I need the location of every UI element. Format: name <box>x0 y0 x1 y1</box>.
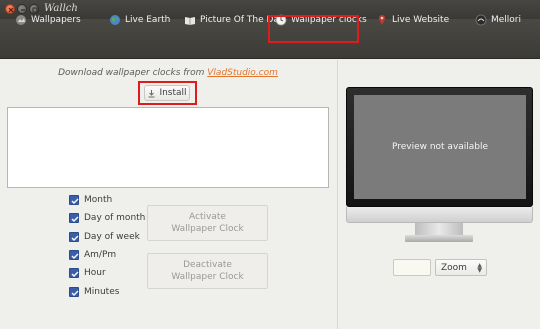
checkmark-icon <box>71 290 79 296</box>
checkbox-day-of-month[interactable] <box>69 213 79 223</box>
clock-list-area[interactable] <box>7 107 329 188</box>
deactivate-label-line2: Wallpaper Clock <box>171 272 244 282</box>
monitor-stand <box>415 223 463 235</box>
checkmark-icon <box>71 216 79 222</box>
wallpaper-clocks-panel: Download wallpaper clocks from VladStudi… <box>0 60 336 329</box>
option-label: Minutes <box>84 287 120 297</box>
close-window-button[interactable] <box>5 4 15 14</box>
option-day-of-month[interactable]: Day of month <box>69 212 145 224</box>
monitor-chin <box>346 207 533 223</box>
checkmark-icon <box>71 271 79 277</box>
preview-panel: Preview not available Zoom ▲ ▼ <box>337 60 540 329</box>
activate-label-line2: Wallpaper Clock <box>171 224 244 234</box>
vladstudio-link[interactable]: VladStudio.com <box>207 68 278 78</box>
mellori-icon <box>475 14 487 26</box>
close-icon <box>8 7 14 13</box>
earth-icon <box>110 15 120 25</box>
checkmark-icon <box>71 253 79 259</box>
checkbox-day-of-week[interactable] <box>69 232 79 242</box>
spin-arrows-icon: ▲ ▼ <box>477 262 482 274</box>
tab-label: Live Website <box>392 15 450 25</box>
activate-label-line1: Activate <box>189 212 226 222</box>
map-pin-icon <box>379 15 385 25</box>
tab-live-earth[interactable]: Live Earth <box>109 9 170 31</box>
option-month[interactable]: Month <box>69 194 112 206</box>
preview-message: Preview not available <box>391 142 489 152</box>
wallpapers-icon <box>16 15 26 25</box>
option-label: Month <box>84 195 113 205</box>
download-info: Download wallpaper clocks from VladStudi… <box>0 68 336 78</box>
monitor-frame: Preview not available <box>346 87 533 207</box>
book-icon <box>185 17 195 25</box>
tab-label: Mellori <box>491 15 522 25</box>
tab-label: Live Earth <box>125 15 171 25</box>
deactivate-label-line1: Deactivate <box>183 260 232 270</box>
option-label: Hour <box>84 268 106 278</box>
monitor-base <box>405 235 473 242</box>
option-minutes[interactable]: Minutes <box>69 286 119 298</box>
active-tab-highlight <box>268 15 359 43</box>
option-label: Day of month <box>84 213 146 223</box>
tab-label: Wallpapers <box>31 15 81 25</box>
deactivate-clock-button[interactable]: Deactivate Wallpaper Clock <box>147 253 268 289</box>
preview-screen: Preview not available <box>354 95 526 199</box>
checkmark-icon <box>71 198 79 204</box>
option-am-pm[interactable]: Am/Pm <box>69 249 116 261</box>
tab-wallpapers[interactable]: Wallpapers <box>15 9 81 31</box>
activate-clock-button[interactable]: Activate Wallpaper Clock <box>147 205 268 241</box>
checkbox-month[interactable] <box>69 195 79 205</box>
tab-live-website[interactable]: Live Website <box>376 9 449 31</box>
option-hour[interactable]: Hour <box>69 267 106 279</box>
zoom-select[interactable]: Zoom ▲ ▼ <box>435 259 487 276</box>
zoom-value: Zoom <box>441 262 467 273</box>
install-highlight <box>138 81 197 105</box>
option-label: Day of week <box>84 232 140 242</box>
checkmark-icon <box>71 235 79 241</box>
checkbox-minutes[interactable] <box>69 287 79 297</box>
option-day-of-week[interactable]: Day of week <box>69 231 140 243</box>
checkbox-hour[interactable] <box>69 268 79 278</box>
option-label: Am/Pm <box>84 250 117 260</box>
tab-mellori[interactable]: Mellori <box>475 9 521 31</box>
checkbox-am-pm[interactable] <box>69 250 79 260</box>
background-color-picker[interactable] <box>393 259 431 276</box>
download-text: Download wallpaper clocks from <box>58 68 208 78</box>
